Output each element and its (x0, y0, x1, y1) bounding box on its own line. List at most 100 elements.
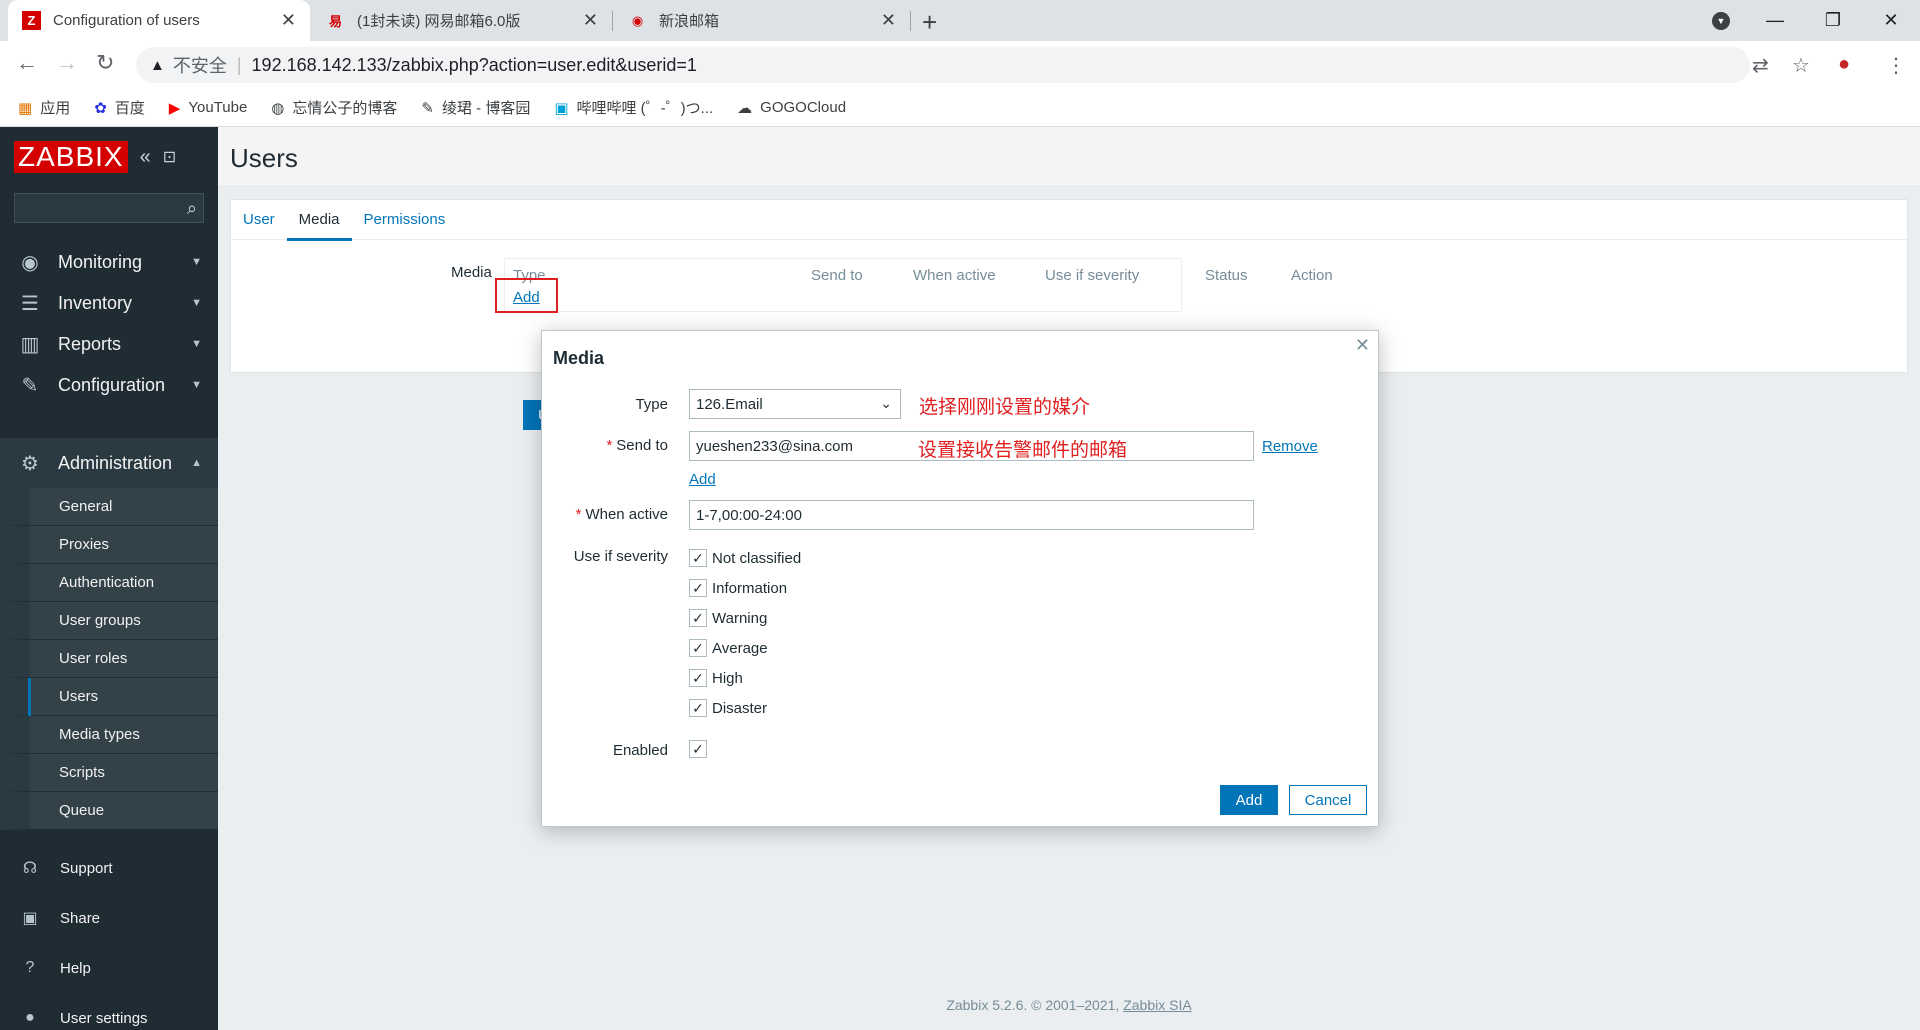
chevron-down-icon: ⌄ (880, 395, 892, 411)
maximize-icon[interactable]: ❐ (1804, 0, 1862, 41)
checkbox-checked-icon[interactable]: ✓ (689, 639, 707, 657)
profile-avatar-icon[interactable]: ● (1838, 53, 1850, 76)
browser-toolbar: ← → ↻ ▲ 不安全 | 192.168.142.133/zabbix.php… (0, 41, 1920, 89)
checkbox-checked-icon[interactable]: ✓ (689, 579, 707, 597)
menu-share[interactable]: ▣ Share (0, 893, 218, 943)
zabbix-sidebar: ZABBIX « ⊡ ⌕ ◉ Monitoring ▼ ☰ Inventory … (0, 127, 218, 1030)
enabled-checkbox-row[interactable]: ✓ (689, 738, 712, 760)
browser-tab-zabbix[interactable]: Z Configuration of users ✕ (8, 0, 310, 41)
send-to-value: yueshen233@sina.com (696, 437, 853, 455)
checkbox-checked-icon[interactable]: ✓ (689, 549, 707, 567)
tab-permissions[interactable]: Permissions (352, 200, 458, 240)
menu-configuration[interactable]: ✎ Configuration ▼ (0, 360, 218, 410)
back-arrow-icon[interactable]: ← (16, 50, 38, 76)
when-active-value: 1-7,00:00-24:00 (696, 506, 802, 524)
collapse-sidebar-icon[interactable]: « (140, 146, 151, 169)
bookmark-label: 绫珺 - 博客园 (441, 100, 531, 117)
tab-media[interactable]: Media (286, 200, 352, 241)
menu-label: Administration (58, 452, 173, 473)
send-to-label: * Send to (606, 437, 668, 454)
submenu-media-types[interactable]: Media types (0, 716, 218, 754)
severity-average[interactable]: ✓ Average (689, 637, 768, 659)
submenu-users[interactable]: Users (0, 678, 218, 716)
submenu-authentication[interactable]: Authentication (0, 564, 218, 602)
kebab-menu-icon[interactable]: ⋮ (1886, 53, 1906, 78)
bookmark-bilibili[interactable]: ▣ 哔哩哔哩 (゜-゜)つ... (554, 97, 713, 118)
severity-not-classified[interactable]: ✓ Not classified (689, 547, 801, 569)
zabbix-favicon-icon: Z (22, 11, 41, 30)
submenu-queue[interactable]: Queue (0, 792, 218, 830)
bookmark-blog[interactable]: ◍ 忘情公子的博客 (271, 97, 397, 118)
media-dialog: Media ✕ Type 126.Email ⌄ 选择刚刚设置的媒介 * Send… (541, 330, 1379, 827)
submenu-proxies[interactable]: Proxies (0, 526, 218, 564)
chevron-up-icon: ▲ (191, 457, 202, 469)
bookmark-label: 哔哩哔哩 (゜-゜)つ... (576, 100, 714, 117)
bookmark-cnblogs[interactable]: ✎ 绫珺 - 博客园 (421, 97, 530, 118)
menu-support[interactable]: ☊ Support (0, 843, 218, 893)
submenu-user-roles[interactable]: User roles (0, 640, 218, 678)
window-close-icon[interactable]: ✕ (1862, 0, 1920, 41)
close-icon[interactable]: ✕ (281, 10, 296, 31)
menu-label: Configuration (58, 374, 166, 395)
forward-arrow-icon[interactable]: → (56, 50, 78, 76)
user-icon: ● (25, 1009, 35, 1026)
sidebar-search-input[interactable]: ⌕ (14, 193, 204, 223)
chevron-down-icon: ▼ (191, 256, 202, 268)
severity-high[interactable]: ✓ High (689, 667, 743, 689)
url-text: 192.168.142.133/zabbix.php?action=user.e… (251, 54, 697, 75)
severity-warning[interactable]: ✓ Warning (689, 607, 767, 629)
bookmark-star-icon[interactable]: ☆ (1792, 53, 1810, 78)
reload-icon[interactable]: ↻ (96, 50, 114, 76)
checkbox-checked-icon[interactable]: ✓ (689, 609, 707, 627)
kiosk-mode-icon[interactable]: ⊡ (163, 147, 176, 167)
blog-icon: ✎ (421, 99, 434, 117)
bookmark-gogocloud[interactable]: ☁ GOGOCloud (737, 99, 846, 117)
apps-icon: ▦ (18, 99, 33, 117)
page-footer: Zabbix 5.2.6. © 2001–2021, Zabbix SIA (218, 997, 1920, 1013)
submenu-user-groups[interactable]: User groups (0, 602, 218, 640)
browser-tab-sina-mail[interactable]: ◉ 新浪邮箱 ✕ (614, 0, 910, 41)
tab-search-icon[interactable]: ▼ (1712, 12, 1730, 30)
type-select[interactable]: 126.Email ⌄ (689, 389, 901, 419)
highlight-annotation-box (495, 278, 558, 313)
bookmark-apps[interactable]: ▦ 应用 (18, 97, 70, 118)
translate-icon[interactable]: ⇄ (1752, 53, 1769, 78)
checkbox-checked-icon[interactable]: ✓ (689, 699, 707, 717)
submenu-general[interactable]: General (0, 488, 218, 526)
severity-information[interactable]: ✓ Information (689, 577, 787, 599)
globe-icon: ◍ (271, 99, 285, 117)
send-to-annotation: 设置接收告警邮件的邮箱 (918, 440, 1128, 461)
page-title: Users (230, 143, 298, 173)
when-active-input[interactable]: 1-7,00:00-24:00 (689, 500, 1254, 530)
tab-user[interactable]: User (231, 200, 287, 240)
minimize-icon[interactable]: — (1746, 0, 1804, 41)
search-icon[interactable]: ⌕ (187, 198, 197, 219)
list-icon: ☰ (21, 292, 39, 315)
dialog-cancel-button[interactable]: Cancel (1289, 785, 1367, 815)
close-icon[interactable]: ✕ (1355, 335, 1370, 356)
severity-label: Disaster (712, 699, 768, 717)
submenu-scripts[interactable]: Scripts (0, 754, 218, 792)
menu-administration[interactable]: ⚙ Administration ▲ (0, 438, 218, 488)
footer-link[interactable]: Zabbix SIA (1123, 997, 1191, 1013)
checkbox-checked-icon[interactable]: ✓ (689, 740, 707, 758)
close-icon[interactable]: ✕ (881, 10, 896, 31)
menu-user-settings[interactable]: ● User settings (0, 993, 218, 1030)
when-active-label: * When active (575, 506, 668, 523)
add-recipient-link[interactable]: Add (689, 471, 716, 488)
browser-tab-163-mail[interactable]: 易 (1封未读) 网易邮箱6.0版 ✕ (312, 0, 612, 41)
bookmark-baidu[interactable]: ✿ 百度 (94, 97, 145, 118)
severity-disaster[interactable]: ✓ Disaster (689, 697, 767, 719)
checkbox-checked-icon[interactable]: ✓ (689, 669, 707, 687)
gear-icon: ⚙ (21, 452, 39, 475)
new-tab-plus-icon[interactable]: + (922, 7, 937, 38)
menu-help[interactable]: ? Help (0, 943, 218, 993)
close-icon[interactable]: ✕ (583, 10, 598, 31)
bookmark-youtube[interactable]: ▶ YouTube (169, 99, 248, 117)
remove-link[interactable]: Remove (1262, 438, 1318, 455)
address-bar[interactable]: ▲ 不安全 | 192.168.142.133/zabbix.php?actio… (136, 47, 1750, 83)
share-icon: ▣ (22, 910, 38, 927)
zabbix-logo[interactable]: ZABBIX (14, 141, 128, 173)
baidu-icon: ✿ (94, 99, 107, 117)
dialog-add-button[interactable]: Add (1220, 785, 1278, 815)
